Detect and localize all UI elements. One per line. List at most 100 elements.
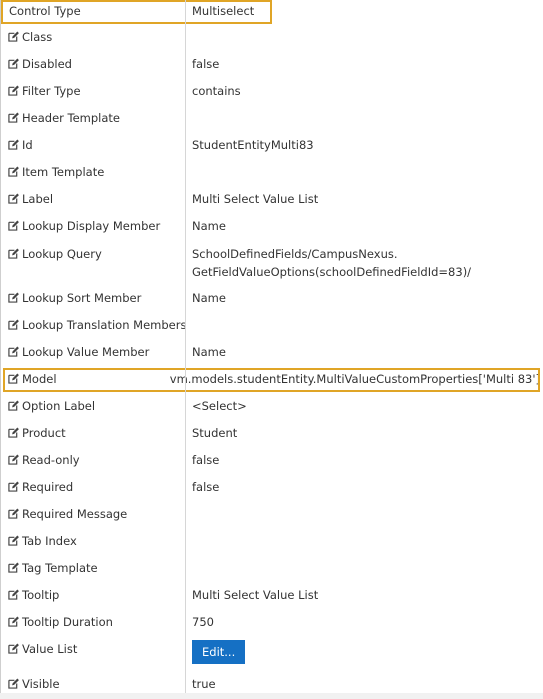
property-label: Header Template <box>22 111 121 125</box>
property-value[interactable]: SchoolDefinedFields/CampusNexus. GetFiel… <box>185 240 543 281</box>
property-row-lookup-translation-members[interactable]: Lookup Translation Members <box>0 312 543 339</box>
property-value[interactable]: false <box>185 474 543 495</box>
property-value[interactable]: contains <box>185 78 543 99</box>
property-row-lookup-display-member[interactable]: Lookup Display Member Name <box>0 213 543 240</box>
edit-icon[interactable] <box>8 58 19 69</box>
property-label: Lookup Value Member <box>22 345 150 359</box>
property-value[interactable]: Multi Select Value List <box>185 186 543 207</box>
property-value[interactable] <box>185 105 543 110</box>
edit-icon[interactable] <box>8 678 19 689</box>
property-row-filter-type[interactable]: Filter Type contains <box>0 78 543 105</box>
property-value[interactable] <box>185 312 543 317</box>
edit-icon[interactable] <box>8 139 19 150</box>
property-value[interactable]: Name <box>185 213 543 234</box>
property-label: Lookup Query <box>22 247 102 261</box>
property-label: Id <box>22 138 33 152</box>
edit-icon[interactable] <box>8 616 19 627</box>
property-label: Visible <box>22 677 60 691</box>
property-row-control-type: Control Type Multiselect <box>1 0 272 24</box>
property-row-lookup-sort-member[interactable]: Lookup Sort Member Name <box>0 285 543 312</box>
property-label: Lookup Translation Members <box>22 318 187 332</box>
property-value[interactable] <box>185 501 543 506</box>
property-value[interactable]: vm.models.studentEntity.MultiValueCustom… <box>163 368 540 386</box>
property-label: Disabled <box>22 57 72 71</box>
property-label: Tooltip Duration <box>22 615 113 629</box>
property-value[interactable] <box>185 528 543 533</box>
property-label: Tab Index <box>22 534 77 548</box>
property-row-label[interactable]: Label Multi Select Value List <box>0 186 543 213</box>
property-value[interactable]: true <box>185 671 543 692</box>
property-row-lookup-value-member[interactable]: Lookup Value Member Name <box>0 339 543 366</box>
edit-icon[interactable] <box>8 643 19 654</box>
edit-icon[interactable] <box>8 346 19 357</box>
property-label: Required Message <box>22 507 128 521</box>
property-row-tab-index[interactable]: Tab Index <box>0 528 543 555</box>
edit-icon[interactable] <box>8 193 19 204</box>
property-label: Required <box>22 480 74 494</box>
property-value[interactable]: false <box>185 447 543 468</box>
property-row-tooltip[interactable]: Tooltip Multi Select Value List <box>0 582 543 609</box>
edit-icon[interactable] <box>8 292 19 303</box>
property-row-lookup-query[interactable]: Lookup Query SchoolDefinedFields/CampusN… <box>0 240 543 285</box>
property-label: Control Type <box>9 4 81 18</box>
edit-icon[interactable] <box>8 481 19 492</box>
property-row-tooltip-duration[interactable]: Tooltip Duration 750 <box>0 609 543 636</box>
property-value[interactable]: false <box>185 51 543 72</box>
property-row-read-only[interactable]: Read-only false <box>0 447 543 474</box>
edit-icon[interactable] <box>8 373 19 384</box>
property-row-class[interactable]: Class <box>0 24 543 51</box>
property-value[interactable] <box>185 24 543 29</box>
edit-icon[interactable] <box>8 85 19 96</box>
property-row-value-list[interactable]: Value List Edit... <box>0 636 543 671</box>
property-label: Value List <box>22 642 78 656</box>
edit-icon[interactable] <box>8 166 19 177</box>
property-value[interactable]: Name <box>185 285 543 306</box>
property-value: Multiselect <box>192 4 255 18</box>
property-grid: Control Type Multiselect Class Disabled … <box>0 0 543 698</box>
edit-icon[interactable] <box>8 535 19 546</box>
property-value[interactable]: <Select> <box>185 393 543 414</box>
property-label: Option Label <box>22 399 96 413</box>
property-value[interactable] <box>185 555 543 560</box>
edit-icon[interactable] <box>8 31 19 42</box>
property-value[interactable] <box>185 159 543 164</box>
edit-value-list-button[interactable]: Edit... <box>192 640 246 664</box>
property-label: Read-only <box>22 453 80 467</box>
lookup-query-line-2: GetFieldValueOptions(schoolDefinedFieldI… <box>192 265 472 279</box>
property-label: Model <box>22 372 57 386</box>
edit-icon[interactable] <box>8 400 19 411</box>
edit-icon[interactable] <box>8 112 19 123</box>
property-value[interactable]: Student <box>185 420 543 441</box>
property-value[interactable]: StudentEntityMulti83 <box>185 132 543 153</box>
property-row-product[interactable]: Product Student <box>0 420 543 447</box>
property-row-required[interactable]: Required false <box>0 474 543 501</box>
edit-icon[interactable] <box>8 454 19 465</box>
property-row-model[interactable]: Model vm.models.studentEntity.MultiValue… <box>3 368 540 392</box>
edit-icon[interactable] <box>8 562 19 573</box>
property-label: Lookup Sort Member <box>22 291 142 305</box>
property-row-id[interactable]: Id StudentEntityMulti83 <box>0 132 543 159</box>
property-label: Product <box>22 426 66 440</box>
edit-icon[interactable] <box>8 248 19 259</box>
edit-icon[interactable] <box>8 319 19 330</box>
edit-icon[interactable] <box>8 427 19 438</box>
property-label: Class <box>22 30 53 44</box>
property-label: Item Template <box>22 165 105 179</box>
property-label: Filter Type <box>22 84 81 98</box>
property-value[interactable]: Multi Select Value List <box>185 582 543 603</box>
property-row-required-message[interactable]: Required Message <box>0 501 543 528</box>
property-row-tag-template[interactable]: Tag Template <box>0 555 543 582</box>
property-row-item-template[interactable]: Item Template <box>0 159 543 186</box>
property-label: Tooltip <box>22 588 60 602</box>
property-value[interactable]: 750 <box>185 609 543 630</box>
property-row-header-template[interactable]: Header Template <box>0 105 543 132</box>
property-label: Label <box>22 192 54 206</box>
grid-footer <box>0 693 543 699</box>
property-row-disabled[interactable]: Disabled false <box>0 51 543 78</box>
edit-icon[interactable] <box>8 220 19 231</box>
property-label: Lookup Display Member <box>22 219 161 233</box>
edit-icon[interactable] <box>8 508 19 519</box>
property-row-option-label[interactable]: Option Label <Select> <box>0 393 543 420</box>
property-value[interactable]: Name <box>185 339 543 360</box>
edit-icon[interactable] <box>8 589 19 600</box>
